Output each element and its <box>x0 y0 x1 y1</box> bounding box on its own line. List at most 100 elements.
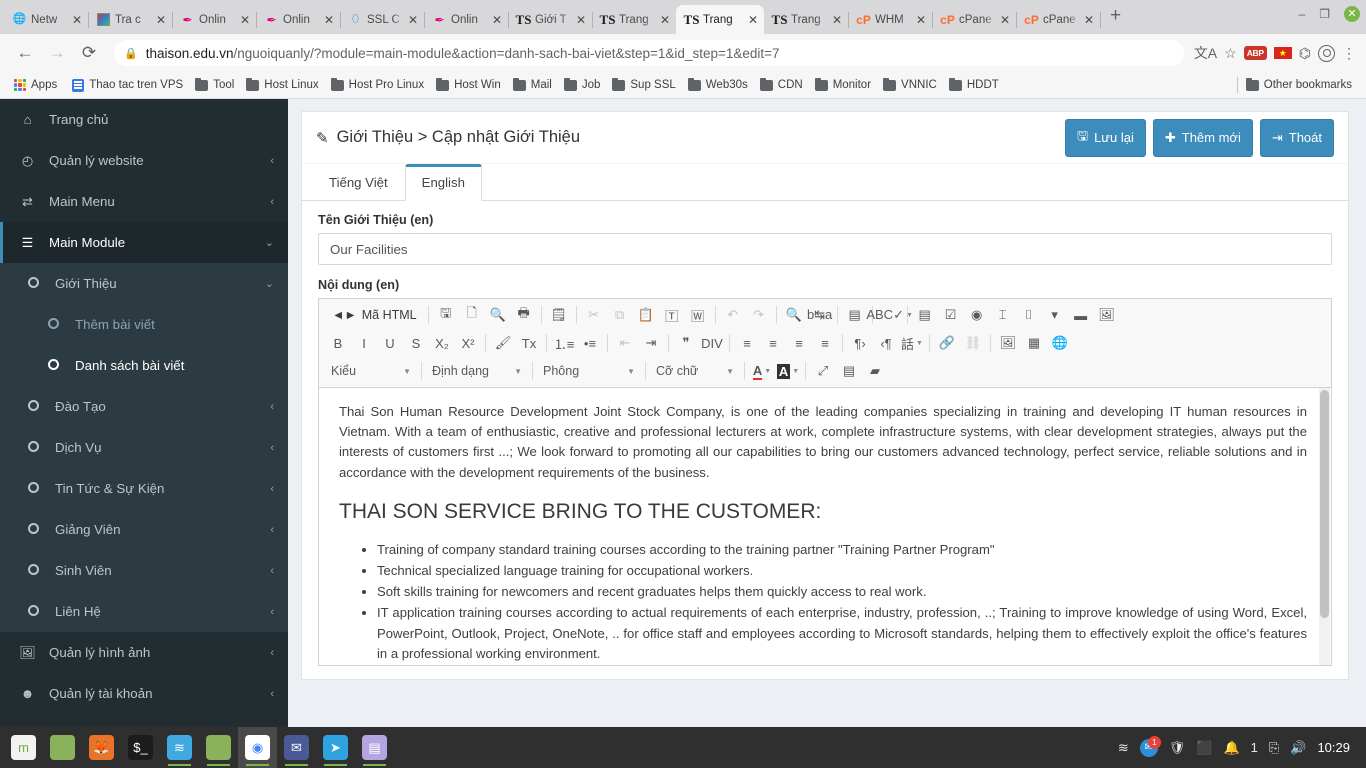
browser-tab[interactable]: ✒Onlin✕ <box>256 5 340 34</box>
text-editor-icon[interactable]: ▤ <box>355 727 394 768</box>
restore-button[interactable]: ❐ <box>1319 7 1330 21</box>
bookmark-item[interactable]: Monitor <box>809 77 877 93</box>
font-combo[interactable]: Phông▼ <box>537 359 641 383</box>
minimize-button[interactable]: – <box>1299 7 1306 21</box>
new-tab-button[interactable]: + <box>1100 5 1131 30</box>
unlink-button[interactable]: ⛓ <box>960 331 986 355</box>
close-window-button[interactable]: ✕ <box>1344 6 1360 22</box>
align-right-button[interactable]: ≡ <box>786 331 812 355</box>
select-all-button[interactable]: ▤ <box>842 303 868 327</box>
bookmark-item[interactable]: Sup SSL <box>606 77 681 93</box>
sidebar-child-item[interactable]: Thêm bài viết <box>0 304 288 345</box>
editor-content-area[interactable]: Thai Son Human Resource Development Join… <box>319 388 1331 665</box>
sidebar-item[interactable]: ☻Quản lý tài khoản‹ <box>0 673 288 714</box>
show-blocks-button[interactable]: ▤ <box>836 359 862 383</box>
file-manager-icon[interactable] <box>199 727 238 768</box>
usb-icon[interactable]: ⎘ <box>1269 740 1279 756</box>
tab-close-button[interactable]: ✕ <box>832 13 842 27</box>
format-combo[interactable]: Định dạng▼ <box>426 359 528 383</box>
insert-image-button[interactable]: 🖼 <box>995 331 1021 355</box>
outdent-button[interactable]: ⇤ <box>612 331 638 355</box>
sidebar-subitem[interactable]: Đào Tạo‹ <box>0 386 288 427</box>
telegram-icon[interactable]: ➤ <box>316 727 355 768</box>
bookmark-item[interactable]: Tool <box>189 77 240 93</box>
bookmark-item[interactable]: Thao tac tren VPS <box>66 77 189 94</box>
browser-tab[interactable]: TSTrang✕ <box>592 5 676 34</box>
source-button[interactable]: ◄►Mã HTML <box>325 303 424 327</box>
bookmark-item[interactable]: Job <box>558 77 607 93</box>
show-desktop-icon[interactable] <box>43 727 82 768</box>
back-button[interactable]: ← <box>10 38 40 68</box>
sidebar-subitem[interactable]: Giảng Viên‹ <box>0 509 288 550</box>
sidebar-subitem[interactable]: Sinh Viên‹ <box>0 550 288 591</box>
reload-button[interactable]: ⟳ <box>74 38 104 68</box>
fontsize-combo[interactable]: Cỡ chữ▼ <box>650 359 740 383</box>
translate-icon[interactable]: 文A <box>1194 43 1217 63</box>
plus-button[interactable]: ✚Thêm mới <box>1153 119 1253 157</box>
browser-tab[interactable]: TSTrang✕ <box>676 5 764 34</box>
bg-color-button[interactable]: A▼ <box>775 359 801 383</box>
sidebar-item[interactable]: ☰Main Module⌄ <box>0 222 288 263</box>
linux-mint-menu-icon[interactable]: m <box>4 727 43 768</box>
bookmark-item[interactable]: Web30s <box>682 77 754 93</box>
bookmark-item[interactable]: CDN <box>754 77 809 93</box>
tab-close-button[interactable]: ✕ <box>576 13 586 27</box>
form-button[interactable]: ▤ <box>912 303 938 327</box>
extension-icon[interactable]: ⌬ <box>1299 45 1311 62</box>
tab-close-button[interactable]: ✕ <box>240 13 250 27</box>
print-button[interactable]: 🖶 <box>511 303 537 327</box>
apps-shortcut[interactable]: Apps <box>8 77 63 93</box>
notification-icon[interactable]: 🔔 <box>1223 740 1239 756</box>
editor-scrollbar-thumb[interactable] <box>1320 390 1329 618</box>
sidebar-item[interactable]: ◴Quản lý website‹ <box>0 140 288 181</box>
bold-button[interactable]: B <box>325 331 351 355</box>
styles-combo[interactable]: Kiểu▼ <box>325 359 417 383</box>
browser-tab[interactable]: cPcPane✕ <box>932 5 1016 34</box>
save-button[interactable]: 🖫Lưu lại <box>1065 119 1146 157</box>
templates-button[interactable]: 🗒 <box>546 303 572 327</box>
browser-tab[interactable]: 🌐Netw✕ <box>4 5 88 34</box>
tab-close-button[interactable]: ✕ <box>1000 13 1010 27</box>
paste-text-button[interactable]: 🅃 <box>659 303 685 327</box>
language-button[interactable]: 話▼ <box>899 331 925 355</box>
sync-icon[interactable]: ⬛ <box>1196 740 1212 756</box>
justify-button[interactable]: ≡ <box>812 331 838 355</box>
browser-tab[interactable]: cPcPane✕ <box>1016 5 1100 34</box>
select-field-button[interactable]: ▾ <box>1042 303 1068 327</box>
new-page-button[interactable]: 🗋 <box>459 303 485 327</box>
text-field-button[interactable]: ⌶ <box>990 303 1016 327</box>
div-container-button[interactable]: DIV <box>699 331 725 355</box>
mail-client-icon[interactable]: ✉ <box>277 727 316 768</box>
editor-scrollbar[interactable] <box>1319 388 1330 665</box>
bookmark-star-icon[interactable]: ☆ <box>1224 45 1237 62</box>
network-icon[interactable]: ≋ <box>1118 740 1129 756</box>
image-button-button[interactable]: 🖼 <box>1094 303 1120 327</box>
bulleted-list-button[interactable]: •≡ <box>577 331 603 355</box>
tab-close-button[interactable]: ✕ <box>492 13 502 27</box>
ltr-button[interactable]: ¶› <box>847 331 873 355</box>
chrome-menu-icon[interactable]: ⋮ <box>1342 45 1356 62</box>
tab-close-button[interactable]: ✕ <box>748 13 758 27</box>
sidebar-item[interactable]: ⌂Trang chủ <box>0 99 288 140</box>
tab-close-button[interactable]: ✕ <box>916 13 926 27</box>
link-button[interactable]: 🔗 <box>934 331 960 355</box>
undo-button[interactable]: ↶ <box>720 303 746 327</box>
rtl-button[interactable]: ‹¶ <box>873 331 899 355</box>
vietnam-flag-icon[interactable]: ★ <box>1274 47 1292 59</box>
sidebar-subitem[interactable]: Liên Hệ‹ <box>0 591 288 632</box>
paste-word-button[interactable]: 🅆 <box>685 303 711 327</box>
italic-button[interactable]: I <box>351 331 377 355</box>
bookmark-item[interactable]: HDDT <box>943 77 1005 93</box>
tab-close-button[interactable]: ✕ <box>408 13 418 27</box>
subscript-button[interactable]: X₂ <box>429 331 455 355</box>
save-button[interactable]: 🖫 <box>433 303 459 327</box>
tab-close-button[interactable]: ✕ <box>1084 13 1094 27</box>
profile-avatar-icon[interactable] <box>1318 45 1335 62</box>
tab-close-button[interactable]: ✕ <box>660 13 670 27</box>
sidebar-item[interactable]: 🖼Quản lý hình ảnh‹ <box>0 632 288 673</box>
superscript-button[interactable]: X² <box>455 331 481 355</box>
language-tab[interactable]: English <box>405 164 482 201</box>
bookmark-item[interactable]: Host Win <box>430 77 507 93</box>
textarea-button[interactable]: ⌷ <box>1016 303 1042 327</box>
browser-tab[interactable]: ✒Onlin✕ <box>172 5 256 34</box>
